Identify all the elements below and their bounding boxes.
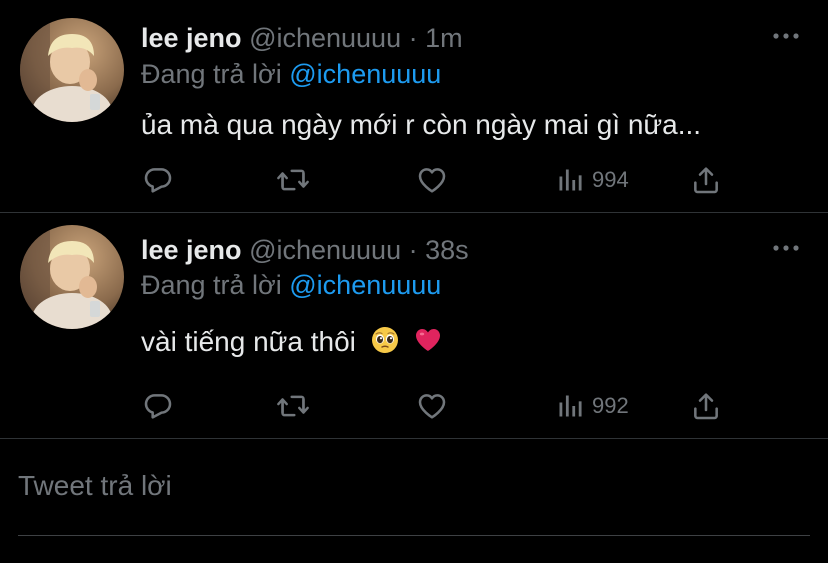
tweet-header: lee jeno @ichenuuuu · 38s xyxy=(141,234,469,266)
more-icon[interactable] xyxy=(772,30,800,42)
share-button[interactable] xyxy=(690,390,722,422)
red-heart-icon xyxy=(416,329,441,351)
replying-to: Đang trả lời @ichenuuuu xyxy=(141,269,441,301)
replying-to: Đang trả lời @ichenuuuu xyxy=(141,58,441,90)
reply-button[interactable] xyxy=(142,390,174,422)
reply-mention-link[interactable]: @ichenuuuu xyxy=(289,59,441,89)
tweet-text: ủa mà qua ngày mới r còn ngày mai gì nữa… xyxy=(141,109,702,140)
pleading-face-icon xyxy=(371,327,398,353)
tweet-actions: 994 xyxy=(0,160,828,200)
reply-input-underline xyxy=(18,535,810,536)
avatar-image xyxy=(20,18,124,122)
views-count: 992 xyxy=(592,393,629,418)
share-icon xyxy=(694,167,718,194)
views-count: 994 xyxy=(592,167,629,192)
avatar[interactable] xyxy=(20,18,124,122)
avatar-image xyxy=(20,225,124,329)
views-icon xyxy=(559,169,582,191)
replying-prefix: Đang trả lời xyxy=(141,270,290,300)
avatar[interactable] xyxy=(20,225,124,329)
separator-dot: · xyxy=(408,23,418,53)
tweet-actions: 992 xyxy=(0,386,828,426)
timestamp[interactable]: 1m xyxy=(425,23,463,53)
like-icon xyxy=(418,168,446,193)
views-button[interactable]: 992 xyxy=(556,390,629,422)
views-icon xyxy=(559,395,582,417)
reply-button[interactable] xyxy=(142,164,174,196)
display-name[interactable]: lee jeno xyxy=(141,235,242,265)
tweet[interactable]: lee jeno @ichenuuuu · 1m Đang trả lời @i… xyxy=(0,0,828,212)
tweet-text: vài tiếng nữa thôi xyxy=(141,326,356,357)
separator-dot: · xyxy=(408,235,418,265)
retweet-icon xyxy=(277,395,309,417)
display-name[interactable]: lee jeno xyxy=(141,23,242,53)
retweet-button[interactable] xyxy=(276,390,310,422)
reply-icon xyxy=(144,394,172,419)
timestamp[interactable]: 38s xyxy=(425,235,469,265)
share-icon xyxy=(694,393,718,420)
reply-mention-link[interactable]: @ichenuuuu xyxy=(289,270,441,300)
reply-input[interactable]: Tweet trả lời xyxy=(18,470,172,502)
tweet[interactable]: lee jeno @ichenuuuu · 38s Đang trả lời @… xyxy=(0,213,828,438)
reply-icon xyxy=(144,168,172,193)
more-icon[interactable] xyxy=(772,242,800,254)
tweet-header: lee jeno @ichenuuuu · 1m xyxy=(141,22,463,54)
like-button[interactable] xyxy=(416,164,448,196)
share-button[interactable] xyxy=(690,164,722,196)
retweet-icon xyxy=(277,169,309,191)
tweet-divider xyxy=(0,438,828,439)
retweet-button[interactable] xyxy=(276,164,310,196)
handle[interactable]: @ichenuuuu xyxy=(249,235,401,265)
tweet-text-container: vài tiếng nữa thôi xyxy=(141,325,443,359)
like-icon xyxy=(418,394,446,419)
views-button[interactable]: 994 xyxy=(556,164,629,196)
handle[interactable]: @ichenuuuu xyxy=(249,23,401,53)
replying-prefix: Đang trả lời xyxy=(141,59,290,89)
like-button[interactable] xyxy=(416,390,448,422)
